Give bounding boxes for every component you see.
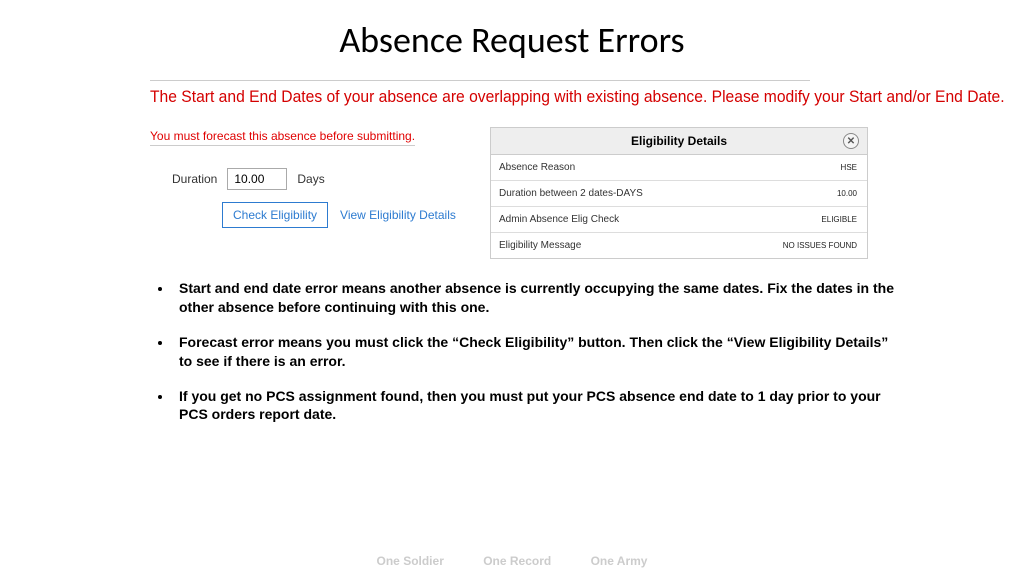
error-banner: The Start and End Dates of your absence …	[150, 80, 810, 107]
left-column: You must forecast this absence before su…	[150, 127, 460, 228]
eligibility-row: Eligibility Message NO ISSUES FOUND	[491, 233, 867, 258]
middle-row: You must forecast this absence before su…	[0, 127, 1024, 259]
footer-right: One Army	[591, 554, 648, 568]
page-title: Absence Request Errors	[0, 0, 1024, 80]
duration-input[interactable]	[227, 168, 287, 190]
eligibility-row-label: Absence Reason	[499, 162, 575, 173]
view-eligibility-link[interactable]: View Eligibility Details	[340, 208, 456, 222]
overlap-error-message: The Start and End Dates of your absence …	[150, 87, 757, 107]
bullet-item: If you get no PCS assignment found, then…	[173, 387, 904, 425]
eligibility-row-label: Duration between 2 dates-DAYS	[499, 188, 643, 199]
forecast-error-message: You must forecast this absence before su…	[150, 129, 415, 146]
eligibility-row-value: NO ISSUES FOUND	[783, 241, 857, 250]
duration-unit: Days	[297, 172, 324, 186]
eligibility-row-value: ELIGIBLE	[821, 215, 857, 224]
eligibility-row-label: Admin Absence Elig Check	[499, 214, 619, 225]
check-eligibility-button[interactable]: Check Eligibility	[222, 202, 328, 228]
duration-label: Duration	[172, 172, 217, 186]
explanation-bullets: Start and end date error means another a…	[0, 259, 1024, 424]
footer-tagline: One Soldier One Record One Army	[0, 554, 1024, 568]
eligibility-heading-text: Eligibility Details	[631, 134, 727, 148]
duration-row: Duration Days	[150, 168, 460, 190]
eligibility-row: Absence Reason HSE	[491, 155, 867, 181]
eligibility-row: Admin Absence Elig Check ELIGIBLE	[491, 207, 867, 233]
close-icon[interactable]: ✕	[843, 133, 859, 149]
eligibility-details-panel: Eligibility Details ✕ Absence Reason HSE…	[490, 127, 868, 259]
bullet-item: Start and end date error means another a…	[173, 279, 904, 317]
eligibility-row-value: 10.00	[837, 189, 857, 198]
eligibility-row: Duration between 2 dates-DAYS 10.00	[491, 181, 867, 207]
bullet-item: Forecast error means you must click the …	[173, 333, 904, 371]
eligibility-actions-row: Check Eligibility View Eligibility Detai…	[150, 202, 460, 228]
eligibility-panel-heading: Eligibility Details ✕	[491, 128, 867, 155]
footer-mid: One Record	[483, 554, 551, 568]
eligibility-row-label: Eligibility Message	[499, 240, 581, 251]
footer-left: One Soldier	[377, 554, 444, 568]
eligibility-row-value: HSE	[841, 163, 857, 172]
